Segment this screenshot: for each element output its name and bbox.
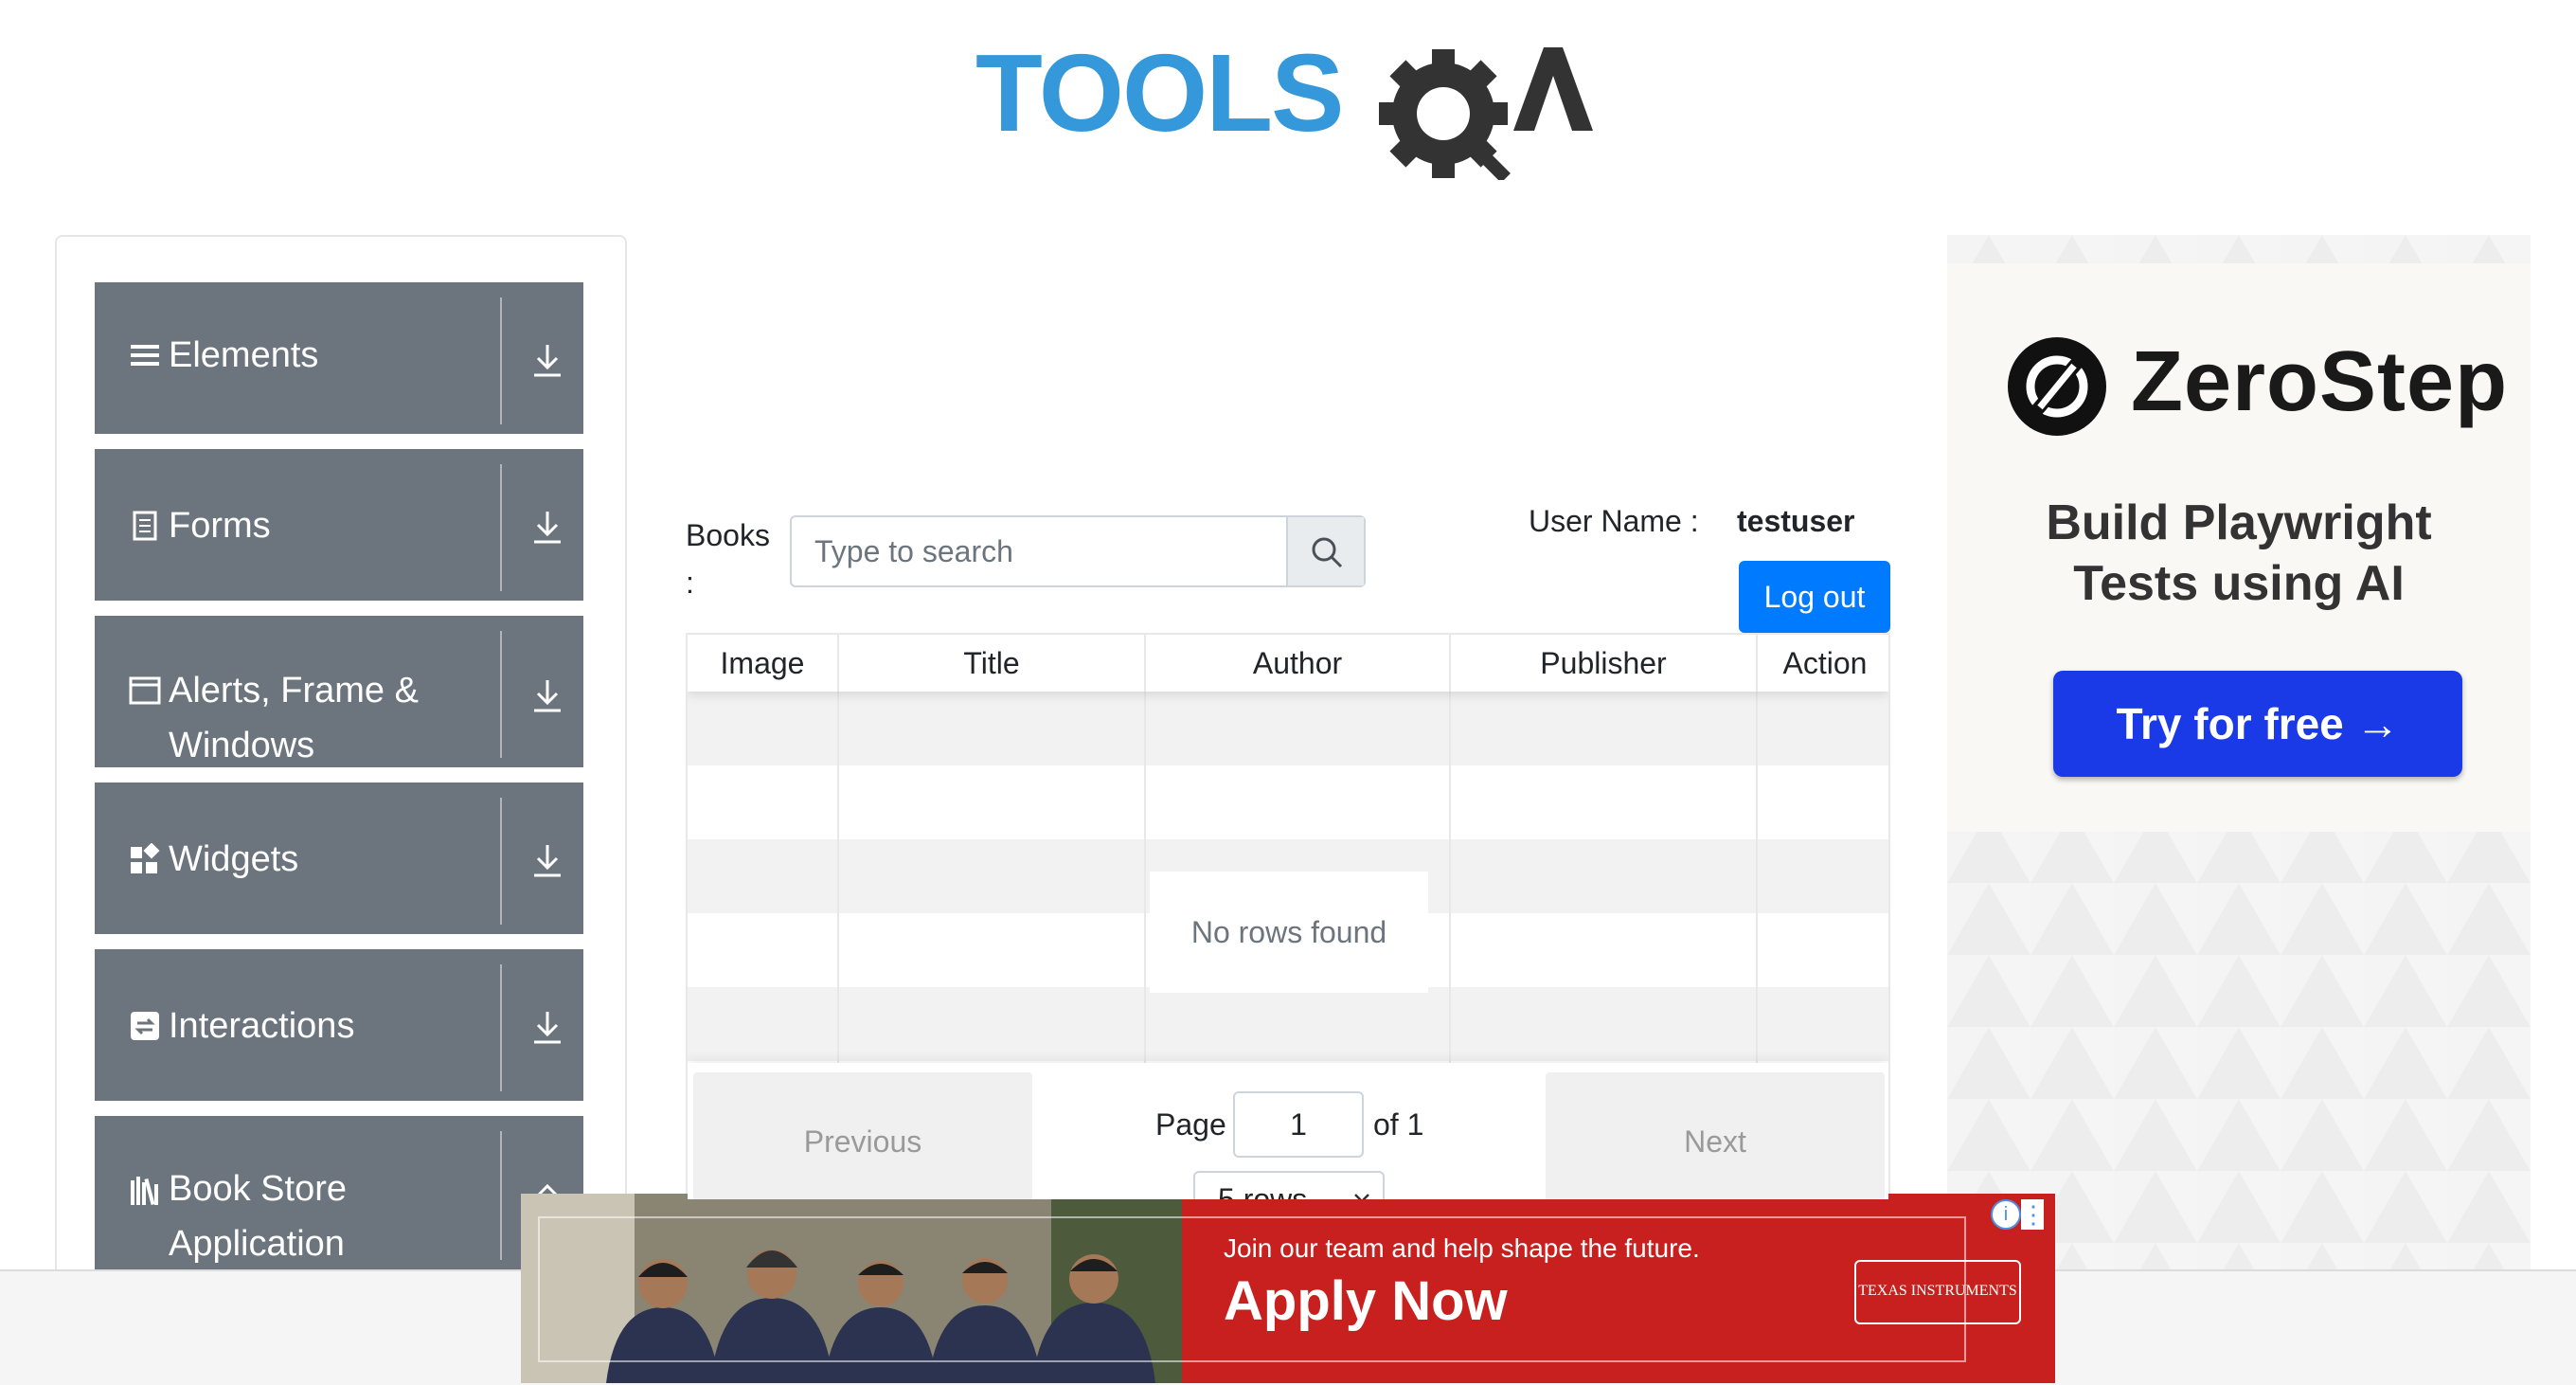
next-button[interactable]: Next [1546, 1072, 1885, 1199]
hamburger-icon [131, 345, 159, 366]
toolsqa-logo[interactable]: TOOLS [975, 19, 1601, 183]
group-label: Elements [169, 335, 319, 375]
group-label: Widgets [169, 839, 299, 879]
page-label: Page [1155, 1107, 1226, 1142]
column-header-image[interactable]: Image [688, 635, 839, 692]
table-row [688, 987, 1888, 1061]
pagination: Previous Page 1 of 1 5 rows Next [688, 1063, 1888, 1201]
divider [500, 297, 502, 424]
divider [500, 964, 502, 1091]
divider [500, 798, 502, 925]
rows-per-page-select[interactable]: 5 rows [1193, 1171, 1385, 1201]
zerostep-card: ZeroStep Build Playwright Tests using AI … [1947, 263, 2531, 832]
ad-info-icon[interactable]: i [1991, 1199, 2021, 1230]
no-rows-message: No rows found [1150, 872, 1428, 993]
group-forms[interactable]: Forms [95, 449, 583, 601]
previous-button[interactable]: Previous [693, 1072, 1032, 1199]
group-label-line2: Windows [169, 726, 315, 765]
rows-per-page-value: 5 rows [1218, 1182, 1308, 1201]
chevron-down-icon[interactable] [530, 341, 564, 379]
table-header: Image Title Author Publisher Action [688, 635, 1888, 692]
ad-tagline: Join our team and help shape the future. [1224, 1233, 1700, 1263]
widgets-icon [131, 843, 160, 873]
window-icon [129, 676, 161, 705]
column-header-title[interactable]: Title [839, 635, 1146, 692]
divider [500, 464, 502, 591]
logout-button[interactable]: Log out [1739, 561, 1890, 633]
page-total: of 1 [1373, 1107, 1424, 1142]
search-box [790, 515, 1366, 587]
zerostep-logo-icon [2008, 337, 2106, 436]
divider [500, 1131, 502, 1260]
user-name-value: testuser [1737, 504, 1855, 538]
chevron-down-icon[interactable] [530, 1008, 564, 1046]
document-icon [133, 511, 157, 541]
ad-menu-icon[interactable]: ⋮ [2021, 1199, 2046, 1230]
group-label: Alerts, Frame & [169, 671, 419, 710]
page-number-input[interactable]: 1 [1233, 1091, 1364, 1158]
group-label: Book Store [169, 1169, 347, 1209]
svg-text:TOOLS: TOOLS [975, 31, 1342, 154]
column-header-action[interactable]: Action [1758, 635, 1888, 692]
try-for-free-button[interactable]: Try for free → [2053, 671, 2462, 777]
group-widgets[interactable]: Widgets [95, 782, 583, 934]
divider [500, 631, 502, 758]
group-label-line2: Application [169, 1224, 345, 1264]
right-ad[interactable]: ZeroStep Build Playwright Tests using AI … [1947, 235, 2531, 1277]
user-name-label: User Name : [1529, 504, 1699, 538]
ad-headline: Apply Now [1224, 1270, 1508, 1332]
chevron-down-icon [1354, 1194, 1369, 1199]
ad-brand: ZeroStep [2131, 334, 2509, 429]
chevron-down-icon[interactable] [530, 676, 564, 714]
books-table: Image Title Author Publisher Action No r… [686, 633, 1890, 1201]
chevron-down-icon[interactable] [530, 508, 564, 546]
column-header-publisher[interactable]: Publisher [1451, 635, 1758, 692]
table-row [688, 765, 1888, 839]
group-book-store-application[interactable]: Book Store Application [95, 1116, 583, 1269]
group-elements[interactable]: Elements [95, 282, 583, 434]
books-icon [131, 1177, 158, 1206]
books-label: Books: [686, 518, 770, 600]
ad-headline: Build Playwright Tests using AI [2046, 495, 2432, 611]
group-label: Interactions [169, 1006, 355, 1046]
group-interactions[interactable]: Interactions [95, 949, 583, 1101]
group-label: Forms [169, 506, 271, 546]
search-icon [1312, 537, 1343, 568]
texas-instruments-logo: TEXAS INSTRUMENTS [1854, 1260, 2021, 1324]
chevron-down-icon[interactable] [530, 841, 564, 879]
interaction-icon [131, 1012, 159, 1040]
search-input[interactable] [792, 517, 1286, 585]
search-button[interactable] [1286, 517, 1364, 585]
column-header-author[interactable]: Author [1146, 635, 1451, 692]
bottom-banner-ad[interactable]: Join our team and help shape the future.… [521, 1194, 2055, 1383]
table-row [688, 692, 1888, 765]
group-alerts-frame-windows[interactable]: Alerts, Frame & Windows [95, 616, 583, 767]
